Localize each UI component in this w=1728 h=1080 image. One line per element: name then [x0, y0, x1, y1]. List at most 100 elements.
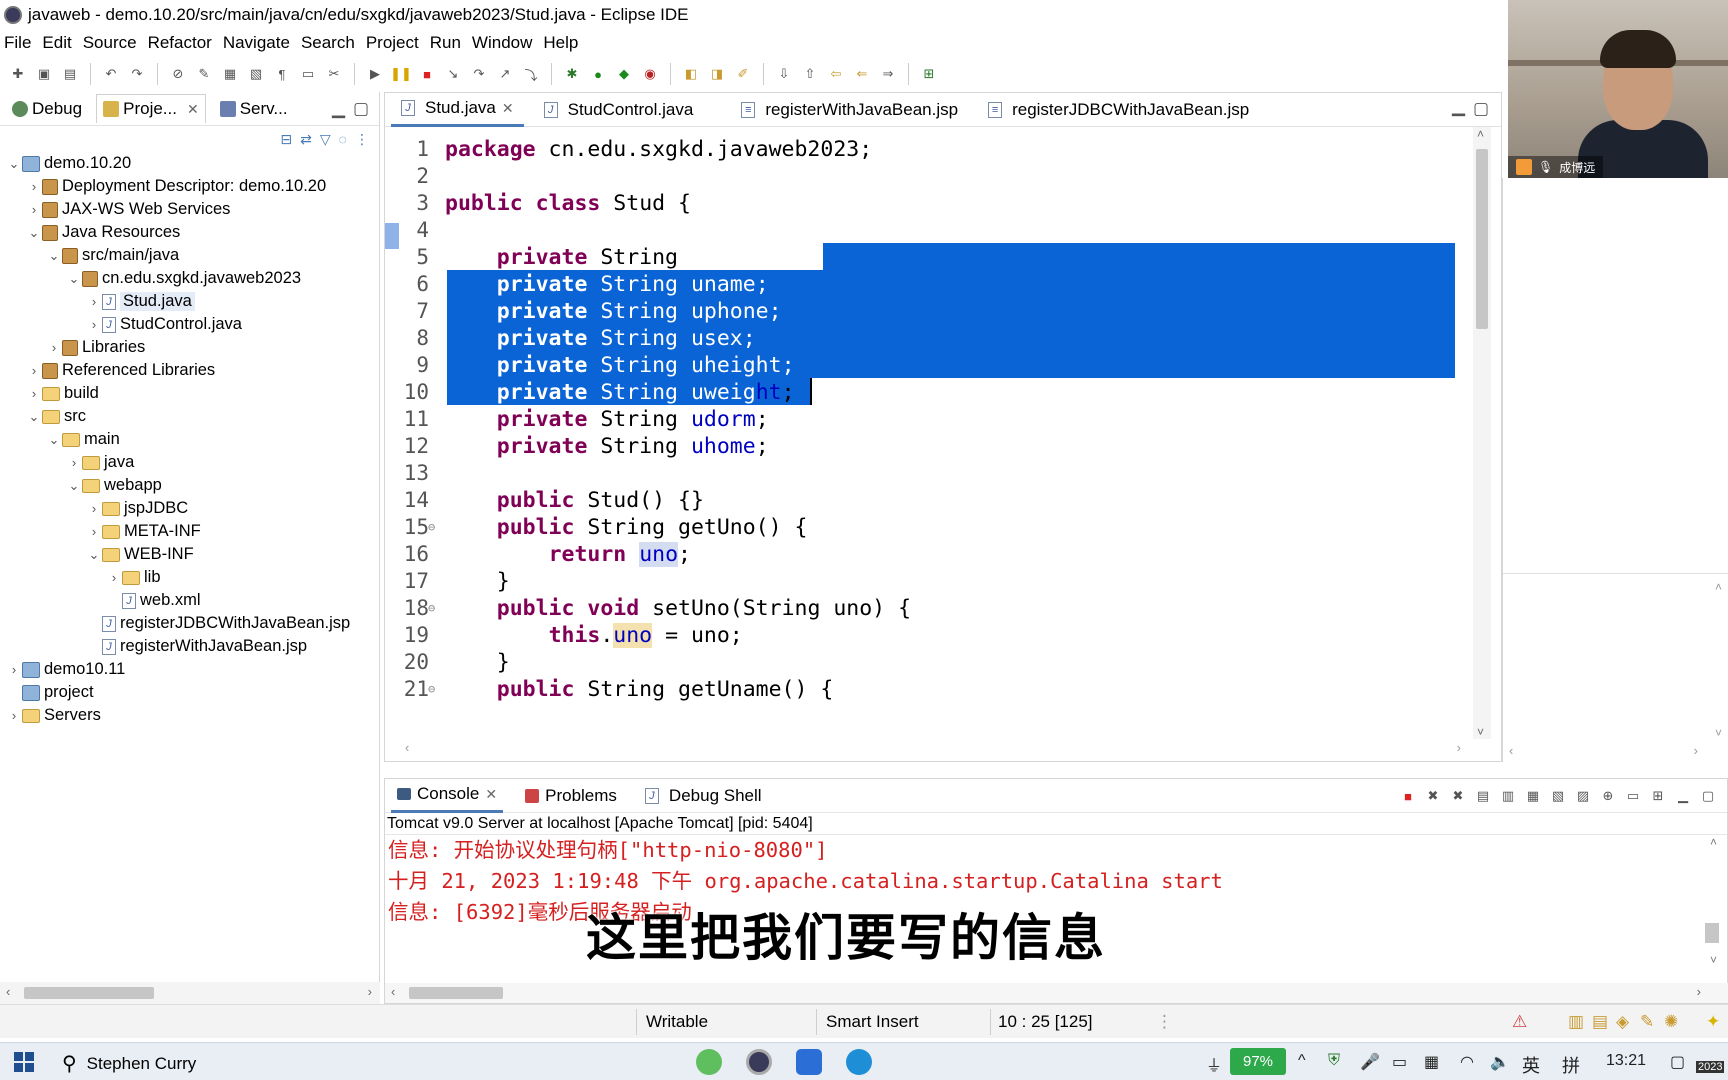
edge-app-icon[interactable] — [846, 1049, 872, 1075]
open-type-icon[interactable]: ◧ — [681, 64, 701, 84]
fold-collapse-icon[interactable]: ⊖ — [428, 675, 435, 705]
close-icon[interactable]: ✕ — [187, 101, 199, 118]
scroll-left-icon[interactable]: ‹ — [405, 740, 409, 755]
toggle-mark-icon[interactable]: ▦ — [220, 64, 240, 84]
remove-launch-icon[interactable]: ✖ — [1424, 787, 1442, 805]
pin-console-icon[interactable]: ⊕ — [1599, 787, 1617, 805]
menu-item-edit[interactable]: Edit — [42, 33, 71, 53]
tab-problems[interactable]: Problems — [519, 786, 623, 806]
scroll-left-icon[interactable]: ‹ — [6, 984, 10, 999]
eclipse-app-icon[interactable] — [746, 1049, 772, 1075]
shield-icon[interactable]: ⛨ — [1328, 1052, 1340, 1070]
ime-mode[interactable]: 拼 — [1562, 1052, 1580, 1078]
chevron-right-icon[interactable]: › — [26, 363, 42, 378]
word-wrap-icon[interactable]: ▦ — [1524, 787, 1542, 805]
terminate-icon[interactable]: ■ — [1399, 787, 1417, 805]
fold-collapse-icon[interactable]: ⊖ — [428, 513, 435, 543]
tree-item[interactable]: › java — [0, 451, 379, 474]
chevron-down-icon[interactable]: ⌄ — [46, 432, 62, 448]
tree-item[interactable]: › lib — [0, 566, 379, 589]
left-horizontal-scrollbar[interactable]: ‹ › — [0, 982, 380, 1004]
chevron-down-icon[interactable]: ⌄ — [66, 271, 82, 287]
pencil-icon[interactable]: ✎ — [1640, 1012, 1654, 1032]
maximize-icon[interactable]: ▢ — [1699, 787, 1717, 805]
open-console-icon[interactable]: ⊞ — [1649, 787, 1667, 805]
coverage-icon[interactable]: ◆ — [614, 64, 634, 84]
tab-project-explorer[interactable]: Proje... ✕ — [96, 94, 206, 123]
status-more-icon[interactable]: ⋮ — [1156, 1012, 1173, 1032]
chevron-up-icon[interactable]: ^ — [1298, 1052, 1306, 1070]
taskbar-search[interactable]: ⚲ Stephen Curry — [62, 1051, 196, 1076]
chevron-right-icon[interactable]: › — [86, 524, 102, 539]
highlight-icon[interactable]: ✎ — [194, 64, 214, 84]
chevron-right-icon[interactable]: › — [66, 455, 82, 470]
scroll-down-icon[interactable]: ˅ — [1715, 726, 1722, 740]
link-with-editor-icon[interactable]: ⇄ — [300, 131, 312, 148]
chevron-right-icon[interactable]: › — [26, 179, 42, 194]
windows-start-icon[interactable] — [14, 1052, 34, 1072]
tree-item[interactable]: › J StudControl.java — [0, 313, 379, 336]
suspend-icon[interactable]: ❚❚ — [390, 64, 412, 84]
tree-item[interactable]: › Servers — [0, 704, 379, 727]
resume-icon[interactable]: ▶ — [365, 64, 385, 84]
open-perspective-icon[interactable]: ⊞ — [919, 64, 939, 84]
chevron-right-icon[interactable]: › — [6, 708, 22, 723]
chevron-down-icon[interactable]: ⌄ — [86, 547, 102, 563]
block-select-icon[interactable]: ▧ — [246, 64, 266, 84]
chevron-right-icon[interactable]: › — [86, 294, 102, 309]
minimize-icon[interactable]: ▁ — [1674, 787, 1692, 805]
wechat-app-icon[interactable] — [696, 1049, 722, 1075]
show-whitespace-icon[interactable]: ¶ — [272, 64, 292, 84]
next-annotation-icon[interactable]: ⇩ — [774, 64, 794, 84]
tree-item[interactable]: › J Stud.java — [0, 290, 379, 313]
tree-item[interactable]: ⌄ main — [0, 428, 379, 451]
chevron-down-icon[interactable]: ⌄ — [66, 478, 82, 494]
close-icon[interactable]: ✕ — [485, 786, 497, 803]
chevron-right-icon[interactable]: › — [86, 317, 102, 332]
menu-item-file[interactable]: File — [4, 33, 31, 53]
scroll-right-icon[interactable]: › — [1694, 743, 1698, 758]
chevron-right-icon[interactable]: › — [6, 662, 22, 677]
chevron-right-icon[interactable]: › — [86, 501, 102, 516]
show-on-stderr-icon[interactable]: ▨ — [1574, 787, 1592, 805]
scrollbar-thumb[interactable] — [1476, 149, 1488, 329]
tutorial-icon[interactable]: ▤ — [1592, 1012, 1608, 1032]
minimize-icon[interactable]: ▁ — [1452, 97, 1465, 117]
forward-icon[interactable]: ⇒ — [878, 64, 898, 84]
step-return-icon[interactable]: ↗ — [495, 64, 515, 84]
tab-studcontrol-java[interactable]: J StudControl.java — [534, 93, 704, 127]
debug-icon[interactable]: ✱ — [562, 64, 582, 84]
view-menu-icon[interactable]: ⋮ — [355, 131, 369, 148]
editor-horizontal-scrollbar[interactable]: ‹ › — [405, 740, 1461, 757]
tab-console[interactable]: Console ✕ — [391, 779, 504, 813]
redo-icon[interactable]: ↷ — [127, 64, 147, 84]
tree-item[interactable]: › Deployment Descriptor: demo.10.20 — [0, 175, 379, 198]
collapse-all-icon[interactable]: ⊟ — [280, 131, 292, 148]
minimize-icon[interactable]: ▁ — [332, 99, 345, 119]
scroll-up-icon[interactable]: ˄ — [1477, 127, 1484, 141]
maximize-icon[interactable]: ▢ — [1473, 99, 1489, 119]
menu-item-run[interactable]: Run — [430, 33, 461, 53]
menu-item-search[interactable]: Search — [301, 33, 355, 53]
tree-item[interactable]: ⌄ webapp — [0, 474, 379, 497]
tab-debug-shell[interactable]: J Debug Shell — [639, 786, 768, 806]
back-icon[interactable]: ⇐ — [852, 64, 872, 84]
filter-icon[interactable]: ▽ — [320, 131, 331, 148]
tree-item[interactable]: Jweb.xml — [0, 589, 379, 612]
tree-item[interactable]: › META-INF — [0, 520, 379, 543]
maximize-icon[interactable]: ▢ — [353, 99, 369, 119]
chevron-down-icon[interactable]: ⌄ — [26, 225, 42, 241]
speaker-icon[interactable]: 🔈 — [1490, 1052, 1510, 1072]
ime-language[interactable]: 英 — [1522, 1052, 1540, 1078]
tree-item[interactable]: › build — [0, 382, 379, 405]
scrollbar-thumb[interactable] — [24, 987, 154, 999]
chevron-right-icon[interactable]: › — [26, 386, 42, 401]
clear-console-icon[interactable]: ▤ — [1474, 787, 1492, 805]
scrollbar-thumb[interactable] — [409, 987, 503, 999]
step-over-icon[interactable]: ↷ — [469, 64, 489, 84]
terminate-icon[interactable]: ■ — [417, 64, 437, 84]
scroll-right-icon[interactable]: › — [368, 984, 372, 999]
tree-item[interactable]: ⌄ src — [0, 405, 379, 428]
scroll-up-icon[interactable]: ˄ — [1710, 835, 1717, 849]
external-tools-icon[interactable]: ◉ — [640, 64, 660, 84]
